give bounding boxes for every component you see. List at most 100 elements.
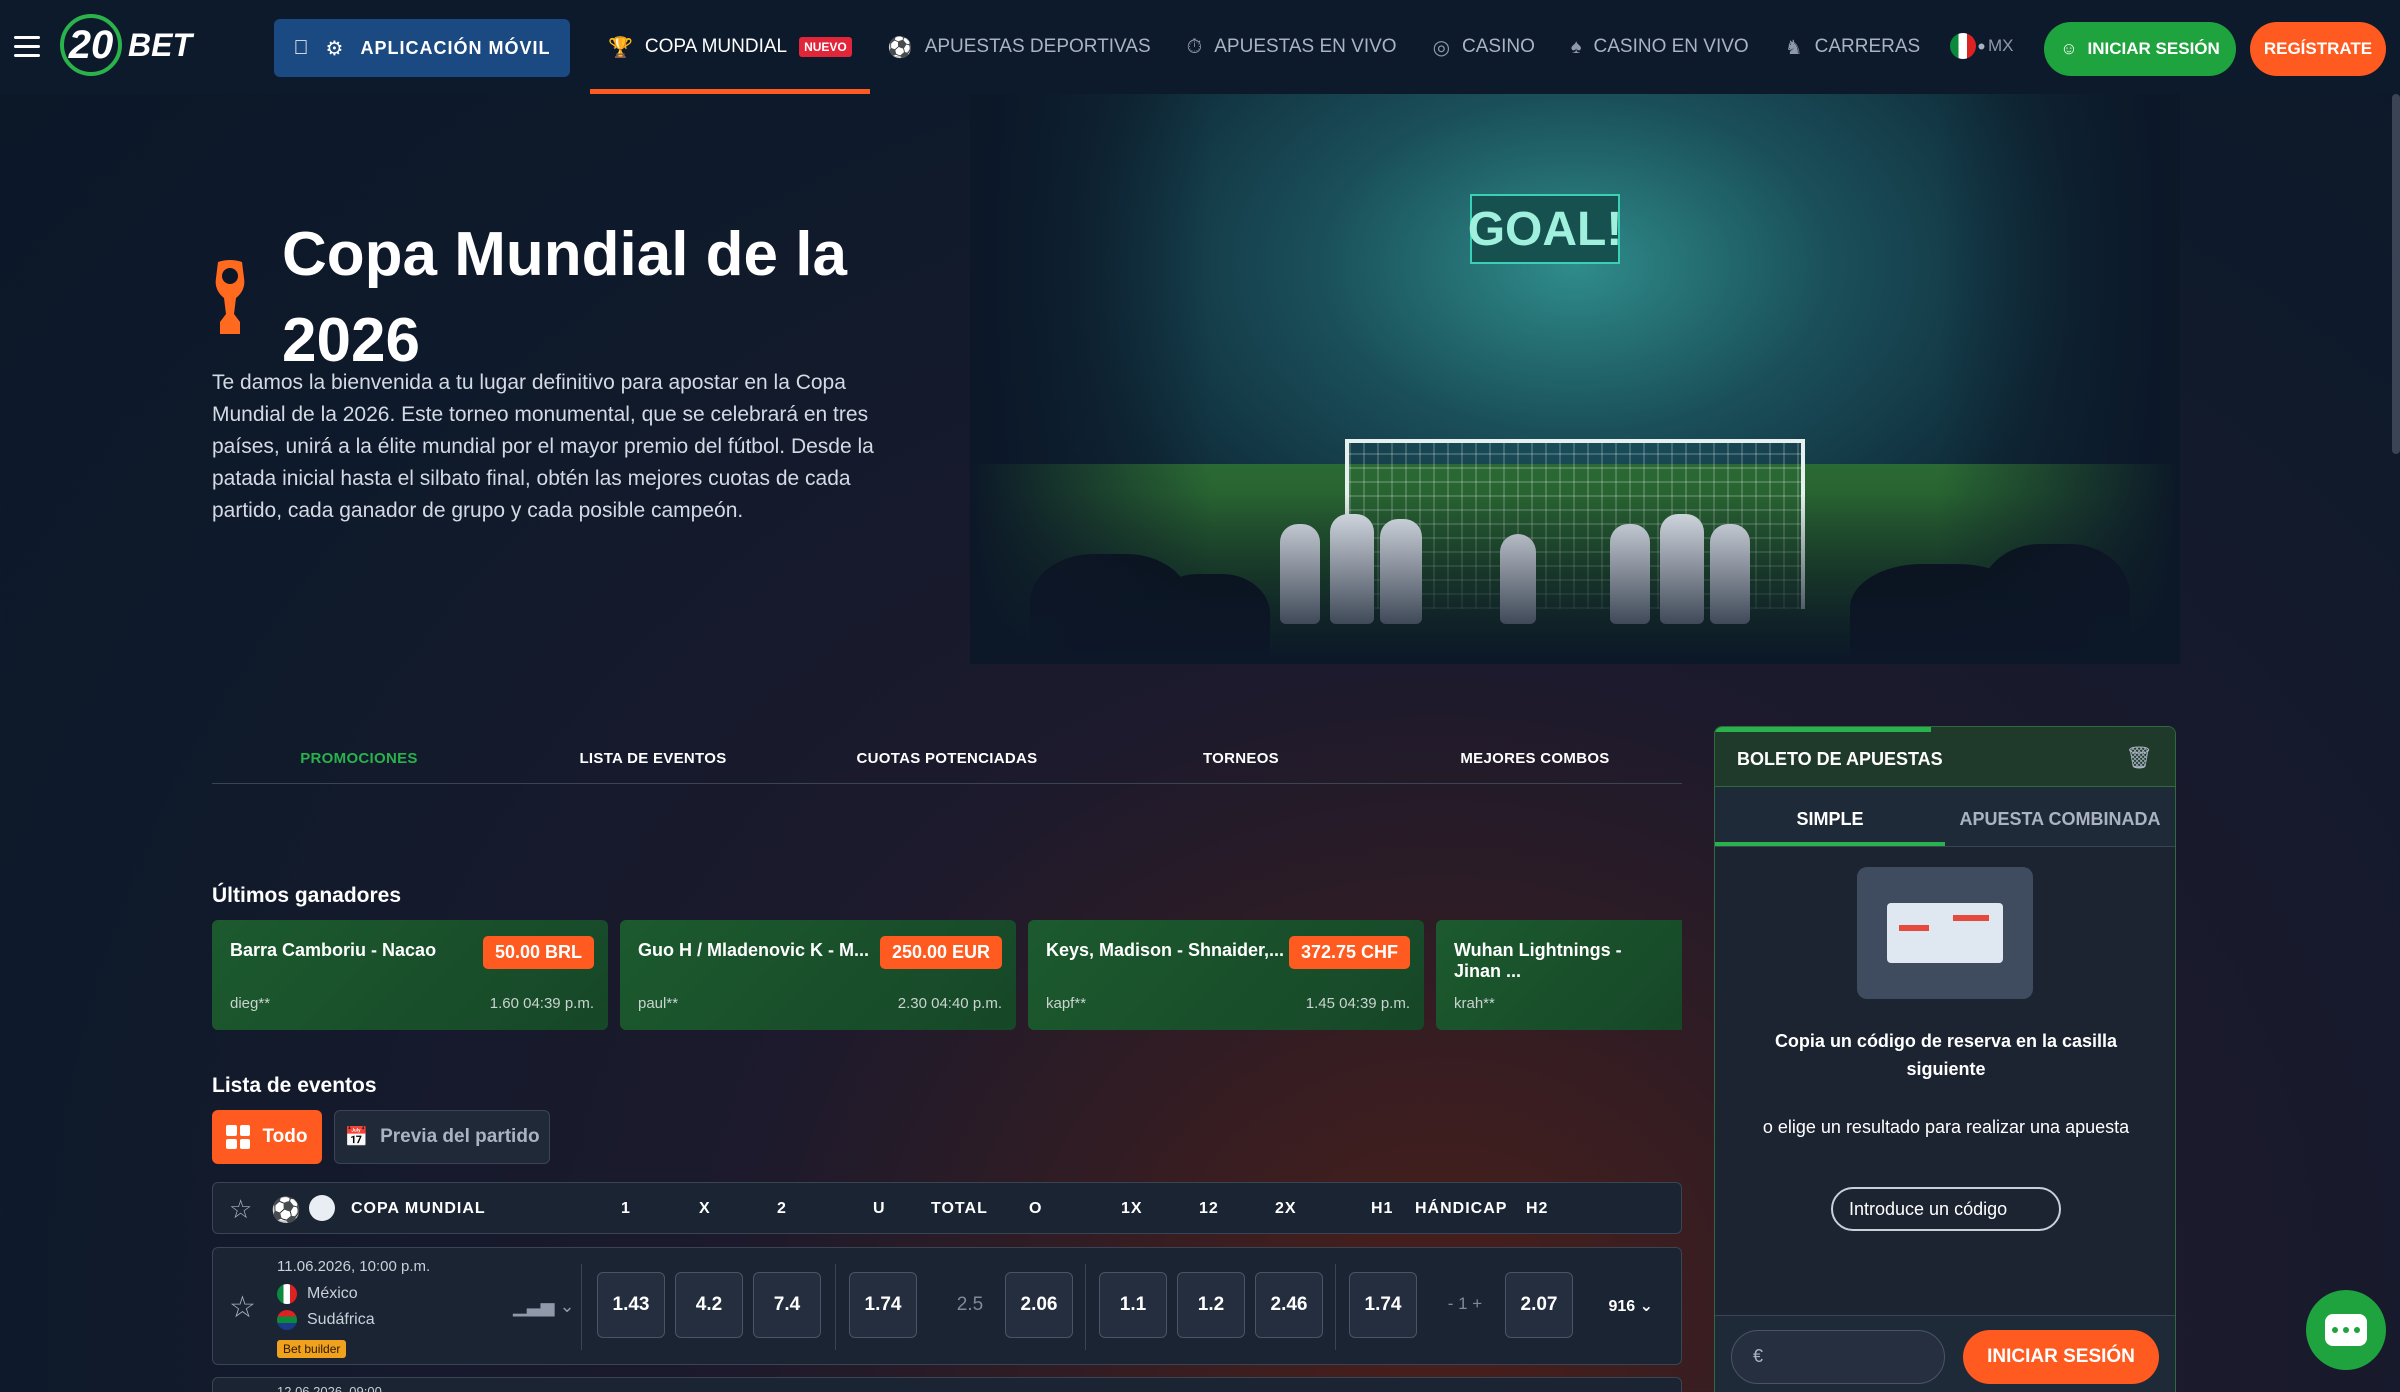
odd-button[interactable]: 1.74 [1349, 1272, 1417, 1338]
column-header: O [1029, 1200, 1043, 1217]
column-header: 1X [1121, 1200, 1143, 1217]
match-row[interactable]: 12.06.2026, 09:00 [212, 1377, 1682, 1392]
home-team: México [277, 1284, 358, 1304]
calendar-icon: 📅 [344, 1127, 369, 1148]
away-team: Sudáfrica [277, 1310, 375, 1330]
tab-simple[interactable]: SIMPLE [1715, 787, 1945, 846]
login-button[interactable]: ☺ INICIAR SESIÓN [2044, 22, 2236, 76]
country-selector[interactable]: MX [1950, 33, 2014, 59]
crowd-silhouette [1150, 574, 1270, 664]
winners-carousel: Barra Camboriu - Nacao 50.00 BRL dieg** … [212, 920, 1682, 1030]
column-header: 1 [621, 1200, 631, 1217]
mexico-flag-icon [277, 1284, 297, 1304]
star-icon[interactable]: ☆ [229, 1290, 256, 1325]
column-header: H1 [1371, 1200, 1394, 1217]
pitch [970, 464, 2180, 664]
winner-card[interactable]: Guo H / Mladenovic K - M... 250.00 EUR p… [620, 920, 1016, 1030]
mobile-app-label: APLICACIÓN MÓVIL [352, 37, 549, 58]
winner-meta: 2.30 04:40 p.m. [897, 995, 1002, 1012]
page-title: Copa Mundial de la 2026 [282, 220, 847, 375]
cards-icon: ♠ [1570, 35, 1582, 58]
new-badge: NUEVO [799, 37, 852, 57]
soccer-ball-icon: ⚽ [271, 1197, 301, 1224]
tab-torneos[interactable]: TORNEOS [1094, 736, 1388, 783]
odd-button[interactable]: 2.46 [1255, 1272, 1323, 1338]
hero-image: GOAL! [970, 94, 2180, 664]
register-button[interactable]: REGÍSTRATE [2250, 22, 2386, 76]
nav-copa-mundial[interactable]: 🏆 COPA MUNDIAL NUEVO [590, 0, 870, 94]
page-scrollbar[interactable] [2392, 94, 2400, 454]
nav-apuestas-en-vivo[interactable]: ⏱ APUESTAS EN VIVO [1169, 0, 1415, 94]
login-label: INICIAR SESIÓN [2087, 39, 2220, 58]
apple-icon:  [294, 37, 310, 60]
chat-button[interactable] [2306, 1290, 2386, 1370]
goal-net [1345, 439, 1805, 609]
nav-casino-en-vivo[interactable]: ♠ CASINO EN VIVO [1553, 0, 1767, 94]
player-figure [1610, 524, 1650, 624]
chat-icon [2325, 1314, 2367, 1346]
more-markets-count: 916 [1608, 1298, 1636, 1315]
nav-apuestas-deportivas[interactable]: ⚽ APUESTAS DEPORTIVAS [870, 0, 1169, 94]
player-figure [1500, 534, 1536, 624]
stake-input[interactable] [1731, 1330, 1945, 1384]
tab-mejores-combos[interactable]: MEJORES COMBOS [1388, 736, 1682, 783]
trophy-icon [215, 260, 245, 334]
bet-slip-hint: o elige un resultado para realizar una a… [1762, 1117, 2130, 1137]
odd-button[interactable]: 1.1 [1099, 1272, 1167, 1338]
winner-meta: 1.60 04:39 p.m. [489, 995, 594, 1012]
odd-button[interactable]: 2.06 [1005, 1272, 1073, 1338]
column-header: HÁNDICAP [1415, 1200, 1508, 1217]
tab-cuotas-potenciadas[interactable]: CUOTAS POTENCIADAS [800, 736, 1094, 783]
player-figure [1330, 514, 1374, 624]
odd-button[interactable]: 2.07 [1505, 1272, 1573, 1338]
bet-slip-login-button[interactable]: INICIAR SESIÓN [1963, 1330, 2159, 1384]
booking-code-input[interactable] [1831, 1187, 2061, 1231]
odd-button[interactable]: 4.2 [675, 1272, 743, 1338]
logo-text: BET [128, 26, 192, 63]
bet-slip-instruction: Copia un código de reserva en la casilla… [1774, 1031, 2118, 1079]
column-header: X [699, 1200, 711, 1217]
odd-button[interactable]: 1.43 [597, 1272, 665, 1338]
handicap-value: - 1 + [1447, 1294, 1483, 1313]
tab-promociones[interactable]: PROMOCIONES [212, 736, 506, 783]
country-code: MX [1988, 36, 2014, 55]
star-icon[interactable]: ☆ [229, 1194, 252, 1225]
section-tabs: PROMOCIONES LISTA DE EVENTOS CUOTAS POTE… [212, 736, 1682, 784]
android-icon: ⚙ [317, 37, 344, 60]
bet-slip-tabs: SIMPLE APUESTA COMBINADA [1715, 787, 2175, 847]
winner-user: dieg** [230, 995, 271, 1012]
mobile-app-button[interactable]:  ⚙ APLICACIÓN MÓVIL [274, 19, 570, 77]
nav-carreras[interactable]: ♞ CARRERAS [1767, 0, 1939, 94]
tab-combined[interactable]: APUESTA COMBINADA [1945, 787, 2175, 846]
filter-all-button[interactable]: Todo [212, 1110, 322, 1164]
nav-casino[interactable]: ◎ CASINO [1415, 0, 1553, 94]
odd-button[interactable]: 7.4 [753, 1272, 821, 1338]
column-header: TOTAL [931, 1200, 988, 1217]
brand-logo[interactable]: 20 BET [60, 14, 192, 76]
nav-label: APUESTAS DEPORTIVAS [924, 36, 1151, 57]
more-markets-button[interactable]: 916 ⌄ [1608, 1296, 1653, 1316]
winner-amount: 372.75 CHF [1288, 936, 1410, 969]
menu-icon[interactable] [14, 36, 40, 58]
casino-chip-icon: ◎ [1432, 36, 1451, 59]
filter-all-label: Todo [262, 1126, 308, 1147]
player-figure [1660, 514, 1704, 624]
winner-card[interactable]: Keys, Madison - Shnaider,... 372.75 CHF … [1028, 920, 1424, 1030]
nav-label: CASINO EN VIVO [1593, 36, 1749, 57]
winner-event: Wuhan Lightnings - Jinan ... [1454, 940, 1622, 981]
bet-slip-title: BOLETO DE APUESTAS [1737, 749, 1943, 769]
odd-button[interactable]: 1.74 [849, 1272, 917, 1338]
divider [1085, 1264, 1086, 1350]
tab-lista-de-eventos[interactable]: LISTA DE EVENTOS [506, 736, 800, 783]
winner-card[interactable]: Barra Camboriu - Nacao 50.00 BRL dieg** … [212, 920, 608, 1030]
match-row[interactable]: ☆ 11.06.2026, 10:00 p.m. México Sudáfric… [212, 1247, 1682, 1365]
match-date: 11.06.2026, 10:00 p.m. [277, 1258, 431, 1275]
grid-icon [226, 1125, 251, 1149]
stats-chevron-icon[interactable]: ▁▃▅ ⌄ [513, 1296, 575, 1317]
league-name: COPA MUNDIAL [351, 1200, 486, 1217]
winner-card[interactable]: Wuhan Lightnings - Jinan ... krah** [1436, 920, 1682, 1030]
odd-button[interactable]: 1.2 [1177, 1272, 1245, 1338]
filter-preview-button[interactable]: 📅 Previa del partido [334, 1110, 550, 1164]
trash-icon[interactable]: 🗑 [2125, 745, 2153, 771]
winner-user: krah** [1454, 995, 1495, 1012]
